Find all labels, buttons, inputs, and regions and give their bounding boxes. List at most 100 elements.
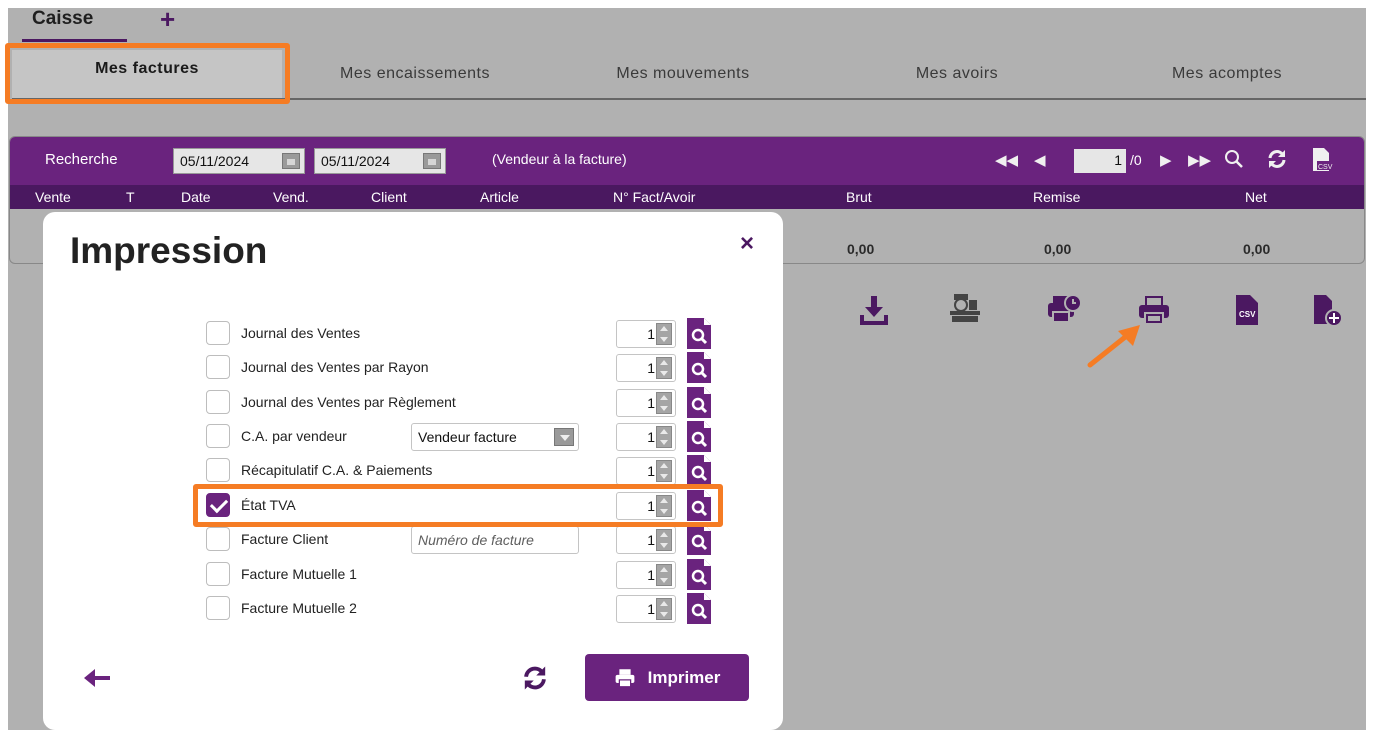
preview-icon[interactable] [686, 453, 712, 487]
highlight-mes-factures [5, 43, 290, 104]
preview-icon[interactable] [686, 419, 712, 453]
quantity-stepper[interactable]: 1 [616, 457, 676, 485]
checkbox[interactable] [206, 355, 230, 379]
checkbox[interactable] [206, 321, 230, 345]
calendar-icon[interactable] [423, 153, 441, 169]
col-vente[interactable]: Vente [35, 189, 71, 205]
checkbox[interactable] [206, 390, 230, 414]
stepper-arrows-icon[interactable] [656, 598, 672, 620]
csv-icon[interactable]: CSV [1234, 294, 1260, 326]
add-file-icon[interactable] [1312, 294, 1344, 328]
preview-icon[interactable] [686, 591, 712, 625]
row-label: C.A. par vendeur [241, 428, 347, 444]
col-remise[interactable]: Remise [1033, 189, 1080, 205]
csv-export-icon[interactable]: CSV [1311, 147, 1333, 173]
stepper-arrows-icon[interactable] [656, 323, 672, 345]
col-article[interactable]: Article [480, 189, 519, 205]
col-num-fact[interactable]: N° Fact/Avoir [613, 189, 695, 205]
col-t[interactable]: T [126, 189, 135, 205]
col-brut[interactable]: Brut [846, 189, 872, 205]
search-icon[interactable] [1224, 149, 1244, 169]
quantity-value: 1 [647, 395, 655, 411]
col-client[interactable]: Client [371, 189, 407, 205]
back-arrow-icon[interactable] [82, 666, 112, 690]
print-button[interactable]: Imprimer [585, 654, 749, 701]
tab-caisse[interactable]: Caisse [22, 6, 127, 42]
first-page-icon[interactable]: ◀◀ [995, 151, 1018, 169]
vendor-select-value: Vendeur facture [418, 429, 517, 445]
quantity-stepper[interactable]: 1 [616, 389, 676, 417]
download-icon[interactable] [860, 294, 888, 326]
total-net: 0,00 [1243, 241, 1271, 257]
stepper-arrows-icon[interactable] [656, 564, 672, 586]
page-total: /0 [1130, 152, 1142, 168]
date-from-field[interactable]: 05/11/2024 [173, 148, 305, 174]
report-row: Facture Mutuelle 2 1 [206, 593, 766, 624]
checkbox[interactable] [206, 458, 230, 482]
search-bar: Recherche 05/11/2024 05/11/2024 (Vendeur… [10, 137, 1364, 185]
report-row: C.A. par vendeur Vendeur facture 1 [206, 421, 766, 452]
preview-icon[interactable] [686, 350, 712, 384]
quantity-value: 1 [647, 429, 655, 445]
col-vend[interactable]: Vend. [273, 189, 309, 205]
grid-header: Vente T Date Vend. Client Article N° Fac… [10, 185, 1364, 209]
row-label: Facture Mutuelle 2 [241, 600, 357, 616]
calendar-icon[interactable] [282, 153, 300, 169]
subtab-mes-mouvements[interactable]: Mes mouvements [558, 50, 808, 98]
stepper-arrows-icon[interactable] [656, 357, 672, 379]
quantity-value: 1 [647, 326, 655, 342]
reset-icon[interactable] [521, 664, 549, 692]
report-row: Facture Client 1 [206, 524, 766, 555]
row-label: Journal des Ventes par Rayon [241, 359, 429, 375]
quantity-value: 1 [647, 532, 655, 548]
report-row: Journal des Ventes par Rayon 1 [206, 352, 766, 383]
report-row: Récapitulatif C.A. & Paiements 1 [206, 455, 766, 486]
quantity-stepper[interactable]: 1 [616, 320, 676, 348]
add-tab-button[interactable]: + [160, 4, 175, 35]
highlight-etat-tva [193, 484, 723, 527]
quantity-stepper[interactable]: 1 [616, 423, 676, 451]
col-date[interactable]: Date [181, 189, 211, 205]
stepper-arrows-icon[interactable] [656, 392, 672, 414]
checkbox[interactable] [206, 596, 230, 620]
cash-register-icon[interactable] [948, 292, 982, 324]
search-label: Recherche [45, 151, 118, 168]
preview-icon[interactable] [686, 385, 712, 419]
report-row: Facture Mutuelle 1 1 [206, 559, 766, 590]
checkbox[interactable] [206, 527, 230, 551]
refresh-icon[interactable] [1266, 148, 1288, 170]
print-dialog: Impression × Journal des Ventes 1 Journa… [43, 212, 783, 730]
subtab-mes-avoirs[interactable]: Mes avoirs [832, 50, 1082, 98]
quantity-stepper[interactable]: 1 [616, 526, 676, 554]
stepper-arrows-icon[interactable] [656, 460, 672, 482]
report-row: Journal des Ventes 1 [206, 318, 766, 349]
svg-text:CSV: CSV [1239, 310, 1256, 319]
date-to-field[interactable]: 05/11/2024 [314, 148, 446, 174]
subtab-mes-encaissements[interactable]: Mes encaissements [290, 50, 540, 98]
page-number-input[interactable]: 1 [1074, 149, 1126, 173]
scheduled-print-icon[interactable] [1046, 294, 1082, 324]
quantity-stepper[interactable]: 1 [616, 595, 676, 623]
quantity-stepper[interactable]: 1 [616, 561, 676, 589]
preview-icon[interactable] [686, 316, 712, 350]
next-page-icon[interactable]: ▶ [1160, 151, 1172, 169]
subtab-mes-acomptes[interactable]: Mes acomptes [1102, 50, 1352, 98]
chevron-down-icon[interactable] [554, 428, 574, 446]
col-net[interactable]: Net [1245, 189, 1267, 205]
checkbox[interactable] [206, 562, 230, 586]
last-page-icon[interactable]: ▶▶ [1188, 151, 1211, 169]
report-row: Journal des Ventes par Règlement 1 [206, 387, 766, 418]
stepper-arrows-icon[interactable] [656, 529, 672, 551]
quantity-stepper[interactable]: 1 [616, 354, 676, 382]
checkbox[interactable] [206, 424, 230, 448]
row-label: Facture Mutuelle 1 [241, 566, 357, 582]
printer-icon [615, 668, 634, 687]
stepper-arrows-icon[interactable] [656, 426, 672, 448]
preview-icon[interactable] [686, 522, 712, 556]
invoice-number-field[interactable] [411, 526, 579, 554]
prev-page-icon[interactable]: ◀ [1034, 151, 1046, 169]
preview-icon[interactable] [686, 557, 712, 591]
close-icon[interactable]: × [740, 230, 754, 258]
vendor-select[interactable]: Vendeur facture [411, 423, 579, 451]
total-brut: 0,00 [847, 241, 875, 257]
